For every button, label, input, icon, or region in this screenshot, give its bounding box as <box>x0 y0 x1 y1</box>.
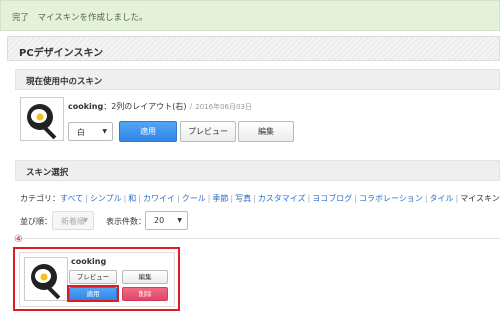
count-select[interactable]: 20 ▼ <box>145 211 188 230</box>
skin-card-preview-button[interactable]: プレビュー <box>69 270 117 284</box>
current-skin-heading: 現在使用中のスキン <box>26 77 103 87</box>
skin-card-name: cooking <box>71 257 107 266</box>
category-label: カテゴリ： <box>20 194 60 203</box>
notice-text: 完了 マイスキンを作成しました。 <box>12 13 148 23</box>
sort-select-value: 新着順 <box>61 217 85 226</box>
category-season[interactable]: 季節 <box>212 194 228 203</box>
category-filter: カテゴリ：すべて | シンプル | 和 | カワイイ | クール | 季節 | 写真 | カスタマイズ | ヨコ… <box>20 194 500 203</box>
category-yoko-blog[interactable]: ヨコブログ <box>312 194 352 203</box>
category-simple[interactable]: シンプル <box>90 194 122 203</box>
preview-button[interactable]: プレビュー <box>180 121 236 142</box>
skin-card-delete-button[interactable]: 削除 <box>122 287 168 301</box>
edit-button[interactable]: 編集 <box>238 121 294 142</box>
category-collaboration[interactable]: コラボレーション <box>359 194 423 203</box>
chevron-down-icon: ▼ <box>102 128 107 135</box>
apply-button[interactable]: 適用 <box>119 121 177 142</box>
category-my-skin: マイスキン <box>460 194 500 203</box>
current-skin-info: cooking：2列のレイアウト(右)/2016年06月03日 <box>68 101 252 112</box>
divider <box>15 238 500 239</box>
category-customize[interactable]: カスタマイズ <box>258 194 306 203</box>
color-select-value: 白 <box>77 128 85 137</box>
category-cute[interactable]: カワイイ <box>143 194 175 203</box>
category-japanese[interactable]: 和 <box>128 194 136 203</box>
frying-pan-egg-icon <box>31 264 61 300</box>
category-photo[interactable]: 写真 <box>235 194 251 203</box>
apply-highlight-box <box>67 285 119 302</box>
category-tile[interactable]: タイル <box>430 194 454 203</box>
category-cool[interactable]: クール <box>182 194 206 203</box>
sort-select[interactable]: 新着順 ▼ <box>52 211 94 230</box>
frying-pan-egg-icon <box>27 104 57 140</box>
chevron-down-icon: ▼ <box>177 217 182 224</box>
color-select[interactable]: 白 ▼ <box>68 122 113 141</box>
skin-selection-heading-bar: スキン選択 <box>15 160 500 181</box>
count-label: 表示件数： <box>106 217 146 226</box>
skin-card-thumbnail[interactable] <box>24 257 68 301</box>
annotation-number: ④ <box>14 234 23 245</box>
skin-selection-heading: スキン選択 <box>26 168 69 178</box>
page-title-bar: PCデザインスキン <box>7 36 500 61</box>
separator: / <box>189 102 193 111</box>
chevron-down-icon: ▼ <box>83 217 88 224</box>
current-skin-layout: ：2列のレイアウト(右) <box>103 102 187 111</box>
current-skin-thumbnail <box>20 97 64 141</box>
count-select-value: 20 <box>154 216 165 225</box>
sort-label: 並び順： <box>20 217 52 226</box>
category-all[interactable]: すべて <box>60 194 83 203</box>
current-skin-date: 2016年06月03日 <box>195 103 252 111</box>
current-skin-heading-bar: 現在使用中のスキン <box>15 69 500 90</box>
success-notice: 完了 マイスキンを作成しました。 <box>0 0 500 31</box>
current-skin-name: cooking <box>68 102 104 111</box>
page-title: PCデザインスキン <box>19 48 104 59</box>
skin-card-edit-button[interactable]: 編集 <box>122 270 168 284</box>
